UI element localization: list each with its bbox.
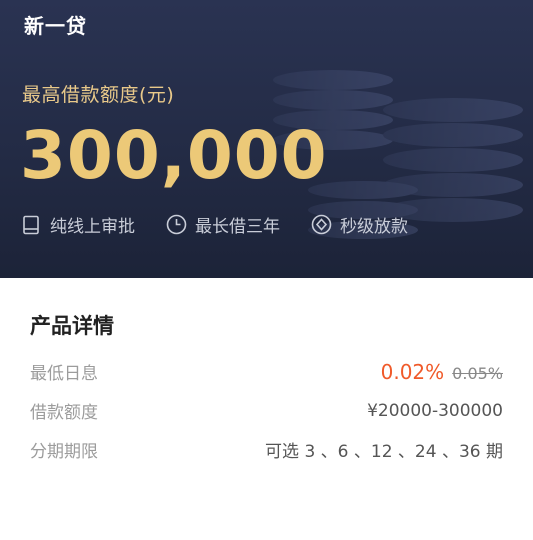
detail-value: ¥20000-300000 — [367, 400, 503, 421]
detail-row-loan-amount: 借款额度 ¥20000-300000 — [30, 391, 503, 430]
feature-max-term: 最长借三年 — [165, 212, 280, 237]
feature-label: 最长借三年 — [195, 217, 280, 237]
detail-label: 分期期限 — [30, 442, 98, 462]
feature-label: 纯线上审批 — [50, 217, 135, 237]
detail-label: 借款额度 — [30, 403, 98, 423]
max-amount: 300,000 — [20, 117, 328, 194]
detail-value: 可选 3 、6 、12 、24 、36 期 — [265, 442, 503, 462]
amount-label: 最高借款额度(元) — [22, 84, 175, 106]
current-rate: 0.02% — [380, 359, 445, 384]
product-details: 产品详情 最低日息 0.02% 0.05% 借款额度 ¥20000-300000 … — [0, 278, 533, 469]
feature-label: 秒级放款 — [340, 217, 408, 237]
details-title: 产品详情 — [30, 314, 114, 338]
original-rate: 0.05% — [452, 363, 503, 383]
coin-icon — [310, 214, 332, 236]
clock-icon — [165, 214, 187, 236]
hero-banner: 新一贷 最高借款额度(元) 300,000 纯线上审批 最长借三年 秒级放款 — [0, 0, 533, 278]
detail-row-installment-term: 分期期限 可选 3 、6 、12 、24 、36 期 — [30, 430, 503, 469]
feature-fast-loan: 秒级放款 — [310, 212, 408, 237]
detail-value: 0.02% 0.05% — [381, 360, 503, 384]
detail-label: 最低日息 — [30, 364, 98, 384]
feature-online-approval: 纯线上审批 — [20, 212, 135, 237]
feature-list: 纯线上审批 最长借三年 秒级放款 — [20, 212, 438, 237]
app-title: 新一贷 — [24, 14, 87, 38]
tablet-icon — [20, 214, 42, 236]
detail-row-daily-rate: 最低日息 0.02% 0.05% — [30, 352, 503, 391]
